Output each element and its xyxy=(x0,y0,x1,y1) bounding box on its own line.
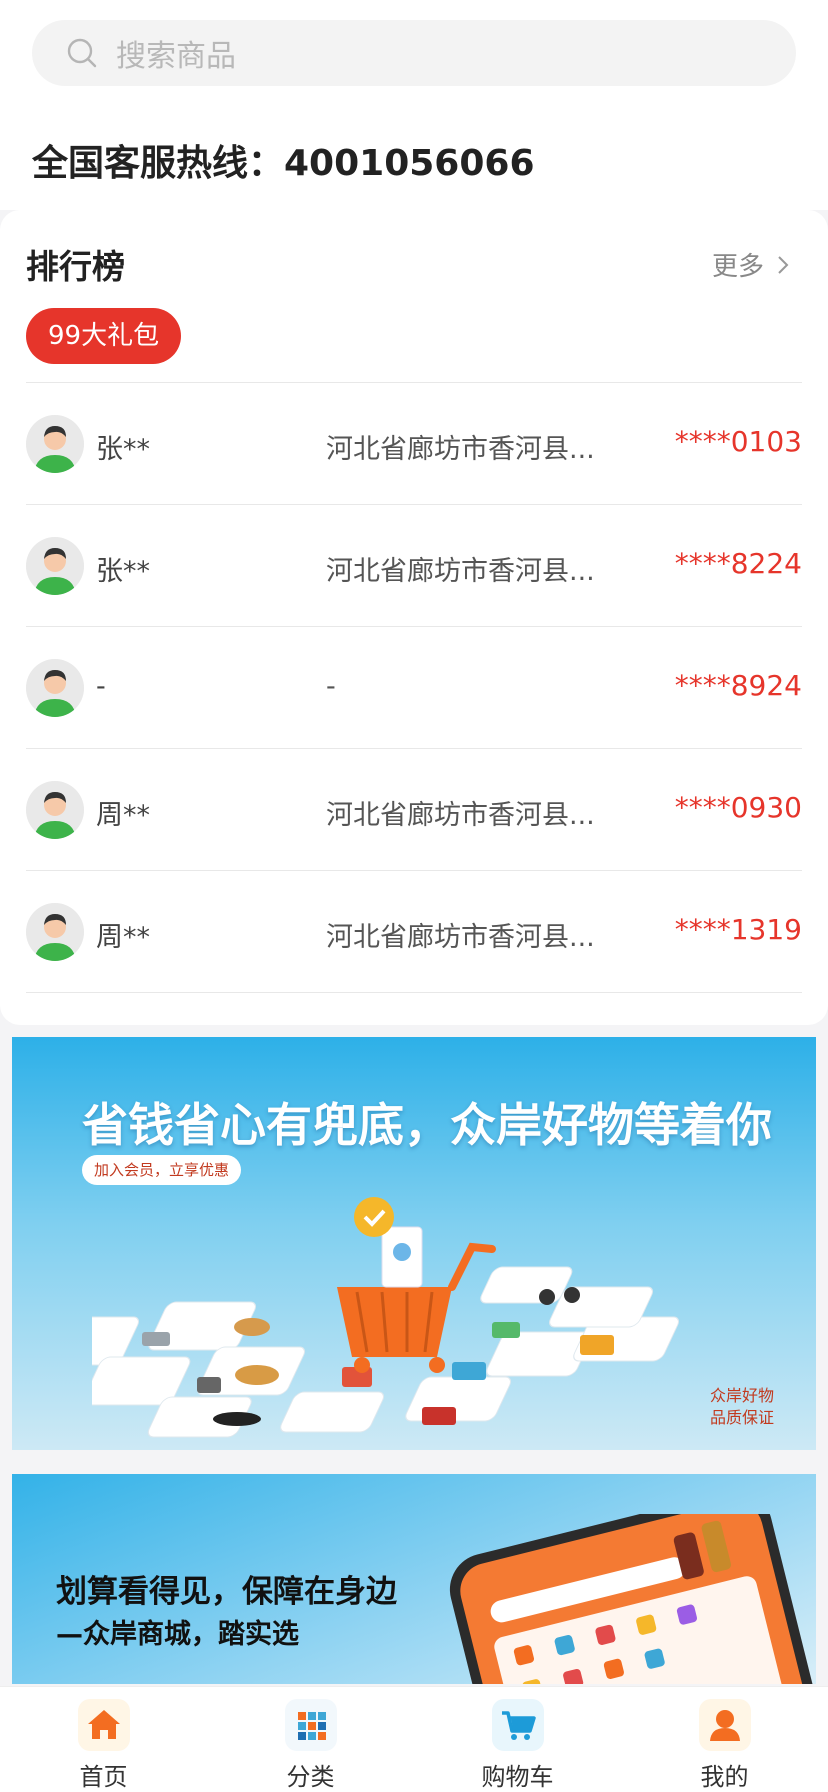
tab-cart[interactable]: 购物车 xyxy=(414,1687,621,1792)
customer-name: 张** xyxy=(96,556,150,587)
customer-phone: ****0103 xyxy=(674,425,802,458)
banner-title: 省钱省心有兜底，众岸好物等着你 xyxy=(82,1098,772,1152)
caption-line-1: 众岸好物 xyxy=(709,1386,774,1405)
user-avatar-icon xyxy=(26,537,84,595)
user-avatar-icon xyxy=(26,781,84,839)
customer-phone: ****0930 xyxy=(674,791,802,824)
gift-pack-tag[interactable]: 99大礼包 xyxy=(26,308,182,364)
customer-address: 河北省廊坊市香河县... xyxy=(326,800,595,831)
customer-address: 河北省廊坊市香河县... xyxy=(326,922,595,953)
ranking-title: 排行榜 xyxy=(26,247,125,286)
user-avatar-icon xyxy=(26,903,84,961)
user-icon xyxy=(698,1699,751,1751)
avatar xyxy=(26,903,84,961)
customer-phone: ****8924 xyxy=(674,669,802,702)
banner-headline: 划算看得见，保障在身边 xyxy=(56,1574,397,1610)
customer-name: 周** xyxy=(96,922,150,953)
category-icon xyxy=(284,1699,337,1751)
search-bar[interactable]: 搜索商品 xyxy=(32,20,796,86)
tab-label: 购物车 xyxy=(481,1763,554,1791)
customer-phone: ****8224 xyxy=(674,547,802,580)
tab-home[interactable]: 首页 xyxy=(0,1687,207,1792)
customer-hotline: 全国客服热线：4001056066 xyxy=(32,143,535,184)
ranking-row: 周** 河北省廊坊市香河县... ****1319 xyxy=(26,871,802,993)
avatar xyxy=(26,415,84,473)
header-area: 搜索商品 全国客服热线：4001056066 xyxy=(0,0,828,210)
ranking-row: 张** 河北省廊坊市香河县... ****0103 xyxy=(26,383,802,505)
cart-icon xyxy=(491,1699,544,1751)
phone-mockup-illustration xyxy=(449,1514,816,1684)
customer-name: 张** xyxy=(96,434,150,465)
customer-address: 河北省廊坊市香河县... xyxy=(326,556,595,587)
avatar xyxy=(26,659,84,717)
promo-banner-membership[interactable]: 省钱省心有兜底，众岸好物等着你 加入会员，立享优惠 众岸好物 品质保证 xyxy=(12,1037,816,1450)
ranking-list: 张** 河北省廊坊市香河县... ****0103 张** 河北省廊坊市香河县.… xyxy=(26,383,802,993)
promo-banner-app[interactable]: 划算看得见，保障在身边 —众岸商城，踏实选 xyxy=(12,1474,816,1684)
user-avatar-icon xyxy=(26,659,84,717)
more-link[interactable]: 更多 xyxy=(712,246,794,283)
bottom-tab-bar: 首页 分类 购物车 我的 xyxy=(0,1686,828,1792)
more-label: 更多 xyxy=(711,252,764,282)
avatar xyxy=(26,781,84,839)
user-avatar-icon xyxy=(26,415,84,473)
ranking-row: - - ****8924 xyxy=(26,627,802,749)
search-placeholder: 搜索商品 xyxy=(116,39,236,74)
tab-label: 我的 xyxy=(700,1763,749,1791)
caption-line-2: 品质保证 xyxy=(709,1408,774,1427)
ranking-row: 张** 河北省廊坊市香河县... ****8224 xyxy=(26,505,802,627)
chevron-right-icon xyxy=(778,255,789,274)
ranking-row: 周** 河北省廊坊市香河县... ****0930 xyxy=(26,749,802,871)
banner-subline: —众岸商城，踏实选 xyxy=(56,1619,299,1650)
shopping-basket-illustration xyxy=(92,1197,680,1438)
tab-label: 首页 xyxy=(79,1763,128,1791)
avatar xyxy=(26,537,84,595)
banner-quality-caption: 众岸好物 品质保证 xyxy=(710,1385,774,1429)
tab-label: 分类 xyxy=(286,1763,335,1791)
tab-category[interactable]: 分类 xyxy=(207,1687,414,1792)
customer-name: 周** xyxy=(96,800,150,831)
home-icon xyxy=(77,1699,130,1751)
banner-member-pill: 加入会员，立享优惠 xyxy=(82,1155,242,1185)
tab-mine[interactable]: 我的 xyxy=(621,1687,828,1792)
customer-address: - xyxy=(326,671,336,702)
customer-name: - xyxy=(96,671,106,702)
customer-phone: ****1319 xyxy=(674,913,802,946)
search-icon xyxy=(67,38,97,68)
ranking-card: 排行榜 更多 99大礼包 张** 河北省廊坊市香河县... ****0103 张… xyxy=(0,210,828,1025)
customer-address: 河北省廊坊市香河县... xyxy=(326,434,595,465)
